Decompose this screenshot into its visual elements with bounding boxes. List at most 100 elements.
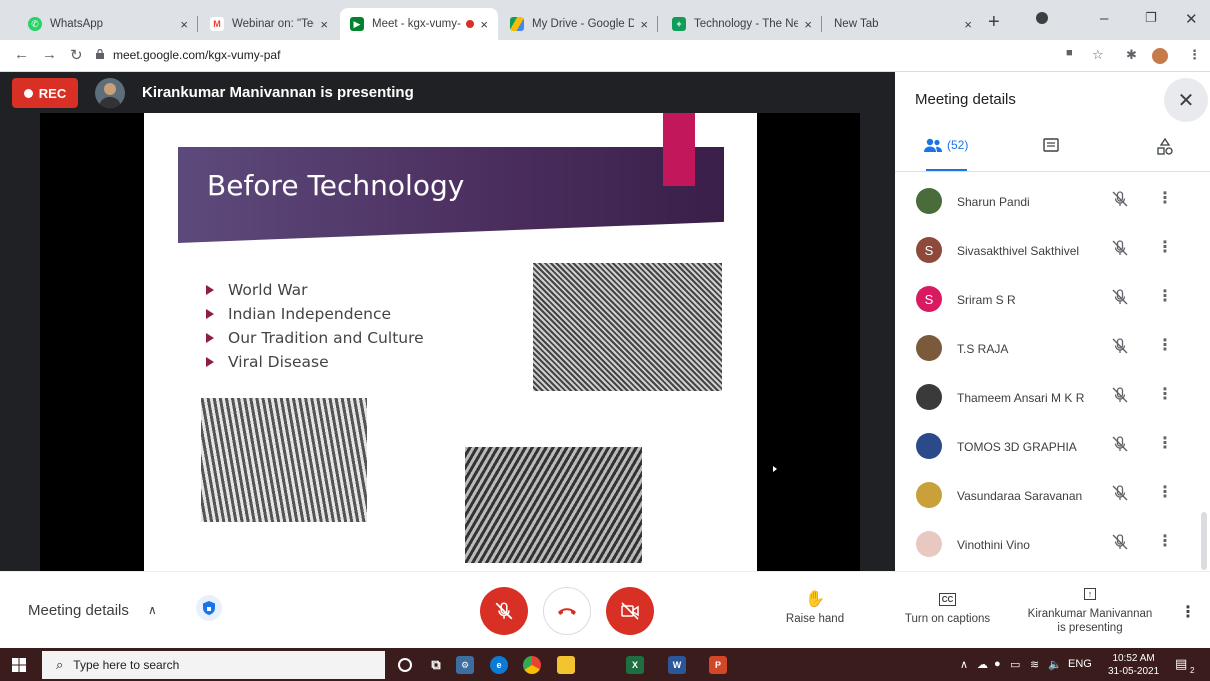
participant-row[interactable]: S Sivasakthivel Sakthivel ⋮ (895, 225, 1210, 274)
tray-arrow-icon[interactable]: ∧ (960, 658, 968, 671)
language-indicator[interactable]: ENG (1068, 658, 1092, 670)
more-options-icon[interactable]: ⋮ (1157, 239, 1173, 257)
mouse-cursor-icon (773, 466, 777, 472)
close-tab-icon[interactable]: × (480, 17, 488, 32)
more-options-icon[interactable]: ⋮ (1157, 337, 1173, 355)
camera-off-icon (621, 602, 639, 620)
close-tab-icon[interactable]: × (180, 17, 188, 32)
tab-title: My Drive - Google Dri (532, 18, 635, 30)
present-screen-icon: ↑ (1020, 584, 1160, 602)
presenting-button[interactable]: ↑ Kirankumar Manivannan is presenting (1020, 584, 1160, 634)
forward-icon[interactable]: → (42, 46, 57, 63)
profile-dropdown-icon[interactable] (1036, 12, 1048, 24)
reload-icon[interactable]: ↻ (70, 46, 83, 64)
browser-menu-icon[interactable]: ⋮ (1188, 47, 1201, 63)
participants-list: Sharun Pandi ⋮ S Sivasakthivel Sakthivel… (895, 172, 1210, 571)
volume-icon[interactable]: 🔈 (1048, 658, 1062, 671)
star-icon[interactable]: ☆ (1092, 47, 1104, 63)
camera-icon[interactable]: ■ (1066, 47, 1073, 59)
captions-button[interactable]: CC Turn on captions (895, 589, 1000, 625)
tab-drive[interactable]: My Drive - Google Dri × (500, 8, 658, 40)
participant-row[interactable]: Vinothini Vino ⋮ (895, 519, 1210, 568)
presenter-avatar (95, 78, 125, 108)
avatar (916, 531, 942, 557)
recording-badge: REC (12, 78, 78, 108)
close-tab-icon[interactable]: × (804, 17, 812, 32)
new-tab-plus-icon[interactable]: + (988, 12, 1000, 32)
clock[interactable]: 10:52 AM 31-05-2021 (1108, 652, 1159, 678)
word-icon[interactable]: W (668, 656, 686, 674)
participant-row[interactable]: Thameem Ansari M K R ⋮ (895, 372, 1210, 421)
extensions-icon[interactable]: ✱ (1126, 47, 1137, 63)
more-options-icon[interactable]: ⋮ (1180, 602, 1196, 622)
hand-icon: ✋ (805, 591, 825, 608)
powerpoint-icon[interactable]: P (709, 656, 727, 674)
avatar (916, 335, 942, 361)
participant-row[interactable]: Vasundaraa Saravanan ⋮ (895, 470, 1210, 519)
cortana-icon[interactable] (398, 658, 412, 672)
close-panel-button[interactable]: ✕ (1164, 78, 1208, 122)
close-window-icon[interactable]: ✕ (1185, 10, 1198, 28)
avatar (916, 384, 942, 410)
minimize-icon[interactable]: – (1100, 10, 1108, 27)
mic-off-icon (1112, 191, 1128, 207)
more-options-icon[interactable]: ⋮ (1157, 190, 1173, 208)
notification-icon[interactable]: ▤ (1175, 656, 1187, 672)
soldiers-photo (201, 398, 367, 522)
participant-row[interactable]: S Sriram S R ⋮ (895, 274, 1210, 323)
address-bar: ← → ↻ meet.google.com/kgx-vumy-paf ■ ☆ ✱… (0, 40, 1210, 72)
url-text[interactable]: meet.google.com/kgx-vumy-paf (113, 48, 280, 62)
tab-whatsapp[interactable]: ✆ WhatsApp × (18, 8, 198, 40)
raise-hand-button[interactable]: ✋ Raise hand (780, 589, 850, 625)
chrome-icon[interactable] (523, 656, 541, 674)
tab-technology[interactable]: + Technology - The New × (662, 8, 822, 40)
windows-start-icon[interactable] (12, 658, 26, 672)
tab-people[interactable]: (52) (923, 138, 968, 152)
onedrive-icon[interactable]: ☁ (977, 658, 988, 671)
file-explorer-icon[interactable] (557, 656, 575, 674)
leave-call-button[interactable] (543, 587, 591, 635)
participant-name: T.S RAJA (957, 342, 1009, 356)
taskbar-search-box[interactable]: ⌕ Type here to search (42, 651, 385, 679)
meet-icon: ▶ (350, 17, 364, 31)
more-options-icon[interactable]: ⋮ (1157, 288, 1173, 306)
meeting-details-label[interactable]: Meeting details (28, 602, 129, 619)
chevron-up-icon[interactable]: ∧ (148, 603, 157, 617)
edge-icon[interactable]: e (490, 656, 508, 674)
tab-meet[interactable]: ▶ Meet - kgx-vumy- × (340, 8, 498, 40)
tab-newtab[interactable]: New Tab × (824, 8, 982, 40)
avatar (916, 433, 942, 459)
tab-gmail[interactable]: M Webinar on: "Technol × (200, 8, 338, 40)
back-icon[interactable]: ← (14, 46, 29, 63)
mic-tray-icon[interactable]: ● (994, 658, 1001, 670)
battery-icon[interactable]: ▭ (1010, 658, 1020, 671)
wifi-icon[interactable]: ≋ (1030, 658, 1039, 671)
excel-icon[interactable]: X (626, 656, 644, 674)
more-options-icon[interactable]: ⋮ (1157, 435, 1173, 453)
camera-toggle-button[interactable] (606, 587, 654, 635)
restore-icon[interactable]: ❐ (1145, 10, 1157, 26)
participant-row[interactable]: TOMOS 3D GRAPHIA ⋮ (895, 421, 1210, 470)
profile-avatar[interactable] (1152, 48, 1168, 64)
more-options-icon[interactable]: ⋮ (1157, 484, 1173, 502)
mic-toggle-button[interactable] (480, 587, 528, 635)
participant-row[interactable]: Sharun Pandi ⋮ (895, 176, 1210, 225)
mic-off-icon (1112, 240, 1128, 256)
participant-row[interactable]: T.S RAJA ⋮ (895, 323, 1210, 372)
tab-activities[interactable] (1157, 138, 1173, 156)
close-tab-icon[interactable]: × (320, 17, 328, 32)
tab-title: Technology - The New (694, 18, 799, 30)
participants-scrollbar[interactable] (1201, 512, 1207, 570)
participant-name: Sharun Pandi (957, 195, 1030, 209)
presenting-label-line2: is presenting (1057, 622, 1123, 634)
tab-chat[interactable] (1043, 138, 1059, 152)
close-tab-icon[interactable]: × (964, 17, 972, 32)
settings-app-icon[interactable]: ⚙ (456, 656, 474, 674)
security-shield-icon[interactable] (196, 595, 222, 621)
time: 10:52 AM (1112, 653, 1155, 664)
rec-label: REC (38, 85, 67, 101)
more-options-icon[interactable]: ⋮ (1157, 386, 1173, 404)
task-view-icon[interactable]: ⧉ (427, 656, 445, 674)
more-options-icon[interactable]: ⋮ (1157, 533, 1173, 551)
close-tab-icon[interactable]: × (640, 17, 648, 32)
